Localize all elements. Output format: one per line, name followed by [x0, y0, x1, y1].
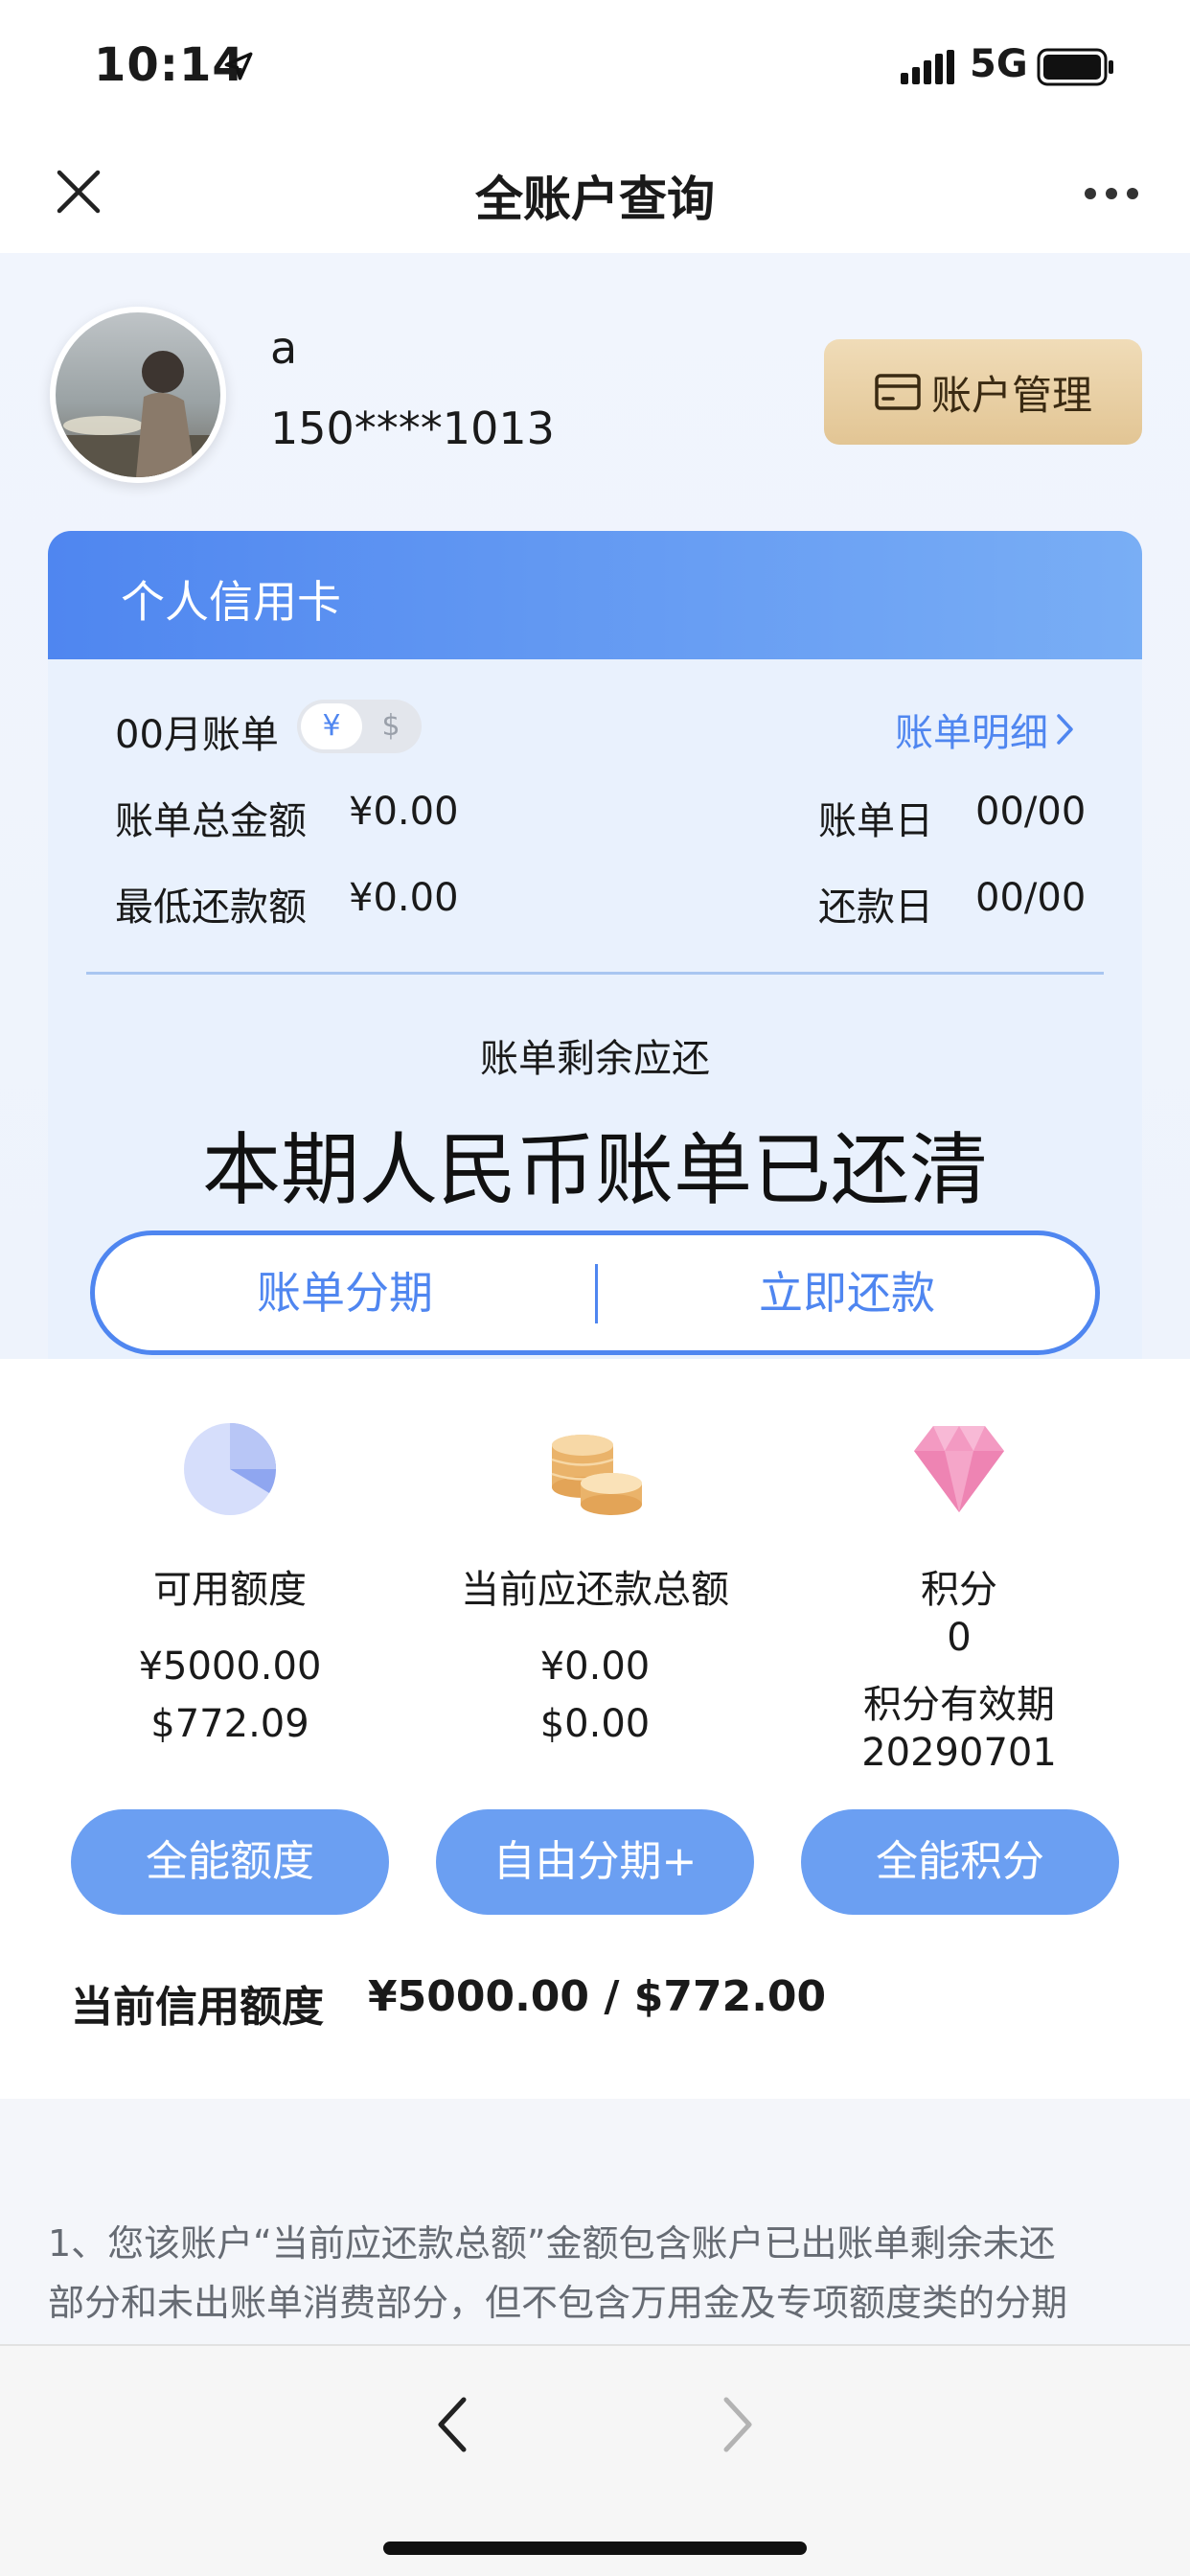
repay-now-button[interactable]: 立即还款: [598, 1235, 1096, 1350]
bottom-toolbar: [0, 2344, 1190, 2576]
bill-total-value: ¥0.00: [349, 790, 459, 834]
diamond-icon: [914, 1426, 1004, 1512]
credit-card-panel: 个人信用卡 00月账单 ¥ $ 账单明细 账单总金额 ¥0.00 账单日 00/…: [48, 531, 1142, 1359]
account-management-label: 账户管理: [930, 371, 1092, 419]
coins-icon: [551, 1435, 642, 1515]
nav-bar: 全账户查询: [0, 134, 1190, 253]
divider: [86, 972, 1104, 975]
bill-month: 00月账单: [115, 713, 279, 757]
points-label: 积分: [921, 1568, 997, 1612]
all-round-credit-button[interactable]: 全能额度: [71, 1809, 389, 1915]
bill-status: 本期人民币账单已还清: [201, 1125, 988, 1216]
back-icon[interactable]: [433, 2394, 471, 2455]
pie-chart-icon: [184, 1423, 277, 1515]
location-arrow-icon: [224, 52, 253, 80]
notes-section: 1、您该账户“当前应还款总额”金额包含账户已出账单剩余未还 部分和未出账单消费部…: [0, 2099, 1190, 2344]
currency-usd-option[interactable]: $: [364, 703, 418, 749]
current-due-rmb: ¥0.00: [539, 1644, 651, 1689]
user-phone: 150****1013: [270, 402, 555, 454]
user-name: a: [270, 322, 298, 374]
more-icon[interactable]: [1083, 186, 1140, 201]
battery-icon: [1037, 48, 1113, 86]
installment-button[interactable]: 账单分期: [95, 1235, 595, 1350]
currency-rmb-option[interactable]: ¥: [301, 703, 362, 749]
note-line: 部分和未出账单消费部分，但不包含万用金及专项额度类的分期: [48, 2282, 1068, 2324]
currency-toggle[interactable]: ¥ $: [297, 700, 422, 753]
card-header: 个人信用卡: [48, 531, 1142, 659]
page-title: 全账户查询: [475, 172, 715, 227]
avatar-image: [56, 312, 220, 477]
repay-day-label: 还款日: [818, 886, 933, 930]
card-icon: [875, 374, 921, 410]
chevron-right-icon: [1057, 714, 1073, 745]
bill-detail-label: 账单明细: [895, 711, 1048, 755]
forward-icon[interactable]: [719, 2394, 757, 2455]
credit-limit-label: 当前信用额度: [71, 1983, 324, 2032]
available-credit-label: 可用额度: [153, 1568, 307, 1612]
status-bar: 10:14 5G: [0, 0, 1190, 134]
page: 10:14 5G 全账户查询 a 150****1013 账户管理 个人信用卡 …: [0, 0, 1190, 2576]
bill-actions: 账单分期 立即还款: [90, 1230, 1100, 1355]
all-round-points-button[interactable]: 全能积分: [801, 1809, 1119, 1915]
signal-icon: [901, 50, 954, 84]
points-expiry-label: 积分有效期: [863, 1683, 1055, 1727]
min-payment-value: ¥0.00: [349, 876, 459, 920]
card-title: 个人信用卡: [121, 576, 341, 628]
bill-day-label: 账单日: [818, 799, 933, 843]
account-management-button[interactable]: 账户管理: [824, 339, 1142, 445]
current-due-usd: $0.00: [539, 1702, 651, 1746]
current-due-label: 当前应还款总额: [461, 1568, 729, 1612]
network-label: 5G: [970, 42, 1028, 86]
credit-stats: 可用额度 ¥5000.00 $772.09 当前应还款总额 ¥0.00 $0.0…: [0, 1359, 1190, 2099]
available-credit-usd: $772.09: [150, 1702, 309, 1746]
home-indicator: [383, 2542, 807, 2555]
points-value: 0: [947, 1616, 972, 1660]
available-credit-rmb: ¥5000.00: [138, 1644, 322, 1689]
remaining-label: 账单剩余应还: [480, 1037, 710, 1081]
note-line: 1、您该账户“当前应还款总额”金额包含账户已出账单剩余未还: [48, 2222, 1056, 2265]
bill-day-value: 00/00: [975, 790, 1087, 834]
bill-detail-link[interactable]: 账单明细: [895, 702, 1075, 757]
bill-total-label: 账单总金额: [115, 799, 307, 843]
repay-day-value: 00/00: [975, 876, 1087, 920]
points-expiry-value: 20290701: [861, 1731, 1057, 1775]
credit-limit-value: ¥5000.00 / $772.00: [368, 1972, 827, 2021]
min-payment-label: 最低还款额: [115, 886, 307, 930]
free-installment-button[interactable]: 自由分期+: [436, 1809, 754, 1915]
avatar[interactable]: [50, 307, 226, 483]
